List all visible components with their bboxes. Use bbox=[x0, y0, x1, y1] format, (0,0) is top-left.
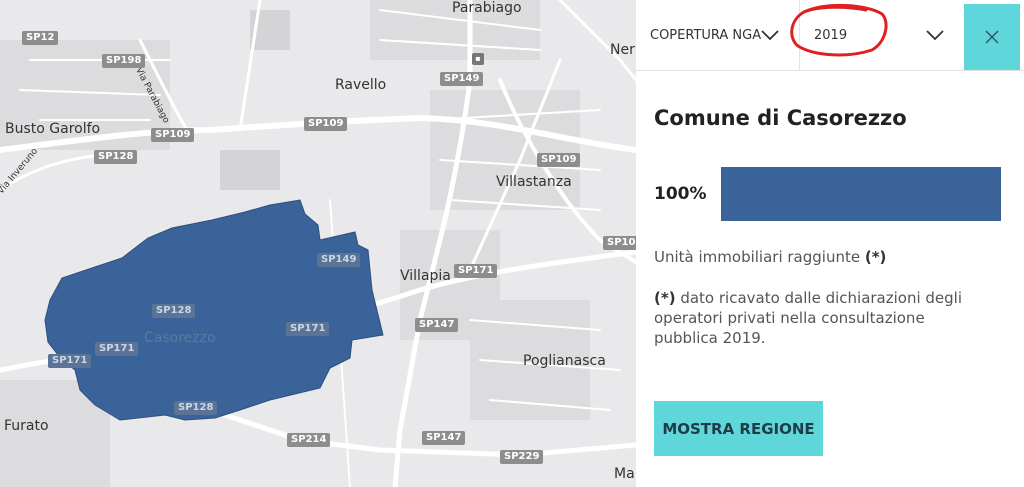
place-label: Ma bbox=[614, 466, 635, 482]
info-panel: COPERTURA NGA 2019 Comune di Casorezzo 1… bbox=[636, 0, 1024, 487]
place-label: Ravello bbox=[335, 77, 387, 93]
road-shield: SP109 bbox=[151, 128, 195, 142]
place-label: Villastanza bbox=[496, 174, 572, 190]
municipality-title: Comune di Casorezzo bbox=[654, 106, 907, 130]
road-shield: SP128 bbox=[94, 150, 138, 164]
close-icon bbox=[985, 30, 999, 44]
footnote-text: dato ricavato dalle dichiarazioni degli … bbox=[654, 289, 963, 347]
road-shield: SP149 bbox=[440, 72, 484, 86]
road-shield: SP198 bbox=[102, 54, 146, 68]
description-text: Unità immobiliari raggiunte bbox=[654, 248, 861, 266]
road-shield: SP149 bbox=[317, 253, 361, 267]
place-label: Ner bbox=[610, 42, 635, 58]
show-region-button[interactable]: MOSTRA REGIONE bbox=[654, 401, 823, 456]
footnote-marker: (*) bbox=[654, 289, 676, 307]
map-view[interactable]: Parabiago Ravello Busto Garolfo Villasta… bbox=[0, 0, 636, 487]
road-shield: SP147 bbox=[415, 318, 459, 332]
place-label: Parabiago bbox=[452, 0, 522, 16]
coverage-percentage: 100% bbox=[654, 184, 707, 204]
road-shield: SP171 bbox=[95, 342, 139, 356]
coverage-bar-fill bbox=[721, 167, 1001, 221]
chevron-down-icon bbox=[761, 30, 779, 40]
road-shield: SP128 bbox=[174, 401, 218, 415]
road-shield: SP128 bbox=[152, 304, 196, 318]
road-shield: SP109 bbox=[537, 153, 581, 167]
panel-toolbar: COPERTURA NGA 2019 bbox=[636, 0, 1024, 71]
road-shield: SP171 bbox=[454, 264, 498, 278]
road-shield: SP147 bbox=[422, 431, 466, 445]
coverage-type-label: COPERTURA NGA bbox=[650, 27, 762, 43]
chevron-down-icon bbox=[926, 30, 944, 40]
map-canvas bbox=[0, 0, 636, 487]
place-label: Furato bbox=[4, 418, 49, 434]
road-shield: SP109 bbox=[304, 117, 348, 131]
road-shield: SP171 bbox=[48, 354, 92, 368]
road-shield: SP109 bbox=[603, 236, 636, 250]
close-button[interactable] bbox=[964, 4, 1020, 70]
coverage-description: Unità immobiliari raggiunte (*) bbox=[654, 248, 886, 266]
road-shield: SP229 bbox=[500, 450, 544, 464]
coverage-bar bbox=[721, 167, 1001, 221]
footnote: (*) dato ricavato dalle dichiarazioni de… bbox=[654, 288, 984, 348]
train-station-icon: ▪ bbox=[472, 53, 484, 65]
coverage-type-dropdown[interactable]: COPERTURA NGA bbox=[636, 0, 800, 70]
road-shield: SP171 bbox=[286, 322, 330, 336]
place-label: Busto Garolfo bbox=[5, 121, 101, 137]
description-marker: (*) bbox=[864, 248, 887, 266]
road-shield: SP12 bbox=[22, 31, 59, 45]
year-label: 2019 bbox=[814, 27, 848, 43]
place-label: Casorezzo bbox=[144, 330, 216, 346]
place-label: Poglianasca bbox=[523, 353, 606, 369]
place-label: Villapia bbox=[400, 268, 451, 284]
road-shield: SP214 bbox=[287, 433, 331, 447]
year-dropdown[interactable]: 2019 bbox=[800, 0, 963, 70]
